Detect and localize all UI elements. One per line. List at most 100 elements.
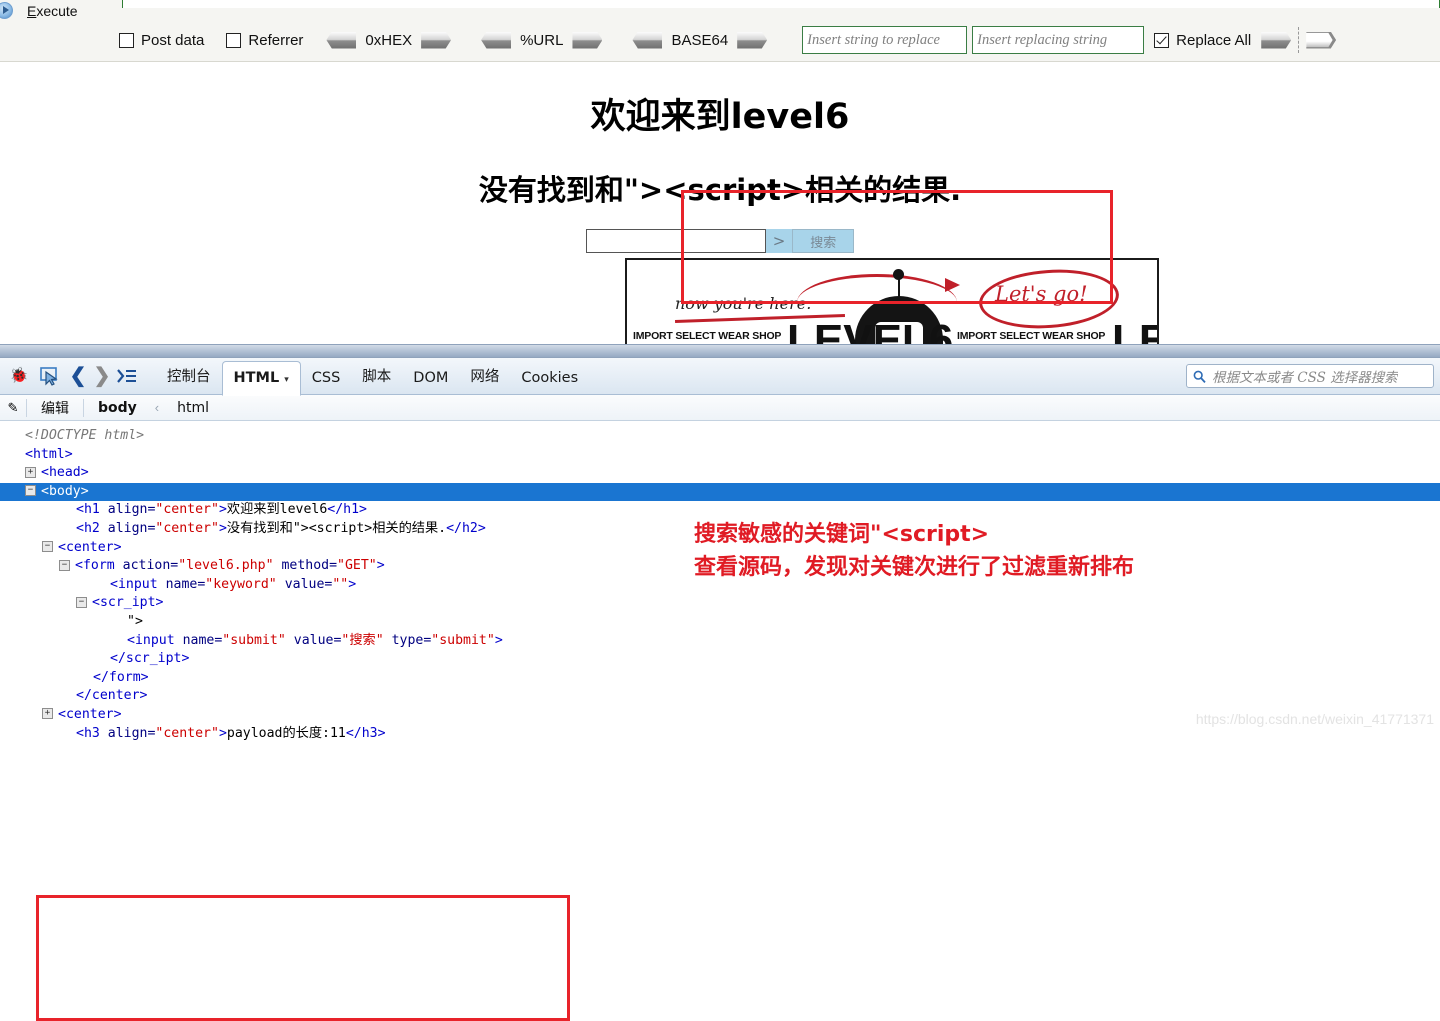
replace-revert-arrow-icon[interactable] xyxy=(1306,31,1337,49)
base64-decode-arrow-icon[interactable] xyxy=(632,31,663,49)
execute-icon[interactable] xyxy=(0,1,13,19)
collapse-icon[interactable]: − xyxy=(25,485,36,497)
url-decode-arrow-icon[interactable] xyxy=(481,31,512,49)
tree-token-attr: name= xyxy=(157,576,206,592)
referrer-checkbox-box[interactable] xyxy=(226,32,242,48)
execute-button[interactable]: Execute xyxy=(27,3,78,19)
post-data-checkbox-box[interactable] xyxy=(119,32,134,48)
collapse-icon[interactable]: − xyxy=(76,596,87,608)
referrer-label: Referrer xyxy=(248,31,304,49)
tab-控制台[interactable]: 控制台 xyxy=(156,357,222,395)
tree-token-val: "keyword" xyxy=(205,576,277,592)
base64-label: BASE64 xyxy=(671,31,729,49)
tree-row[interactable]: − <scr_ipt> xyxy=(8,594,1440,613)
tree-row[interactable]: − <body> xyxy=(0,482,1440,502)
collapse-icon[interactable]: − xyxy=(42,541,53,553)
tab-Cookies[interactable]: Cookies xyxy=(510,362,589,395)
post-data-checkbox[interactable]: Post data xyxy=(119,32,204,49)
history-back-icon[interactable]: ❮ xyxy=(66,363,90,389)
url-input-tab[interactable] xyxy=(122,0,1440,8)
tree-row[interactable]: </center> xyxy=(8,687,1440,706)
url-label: %URL xyxy=(520,31,564,49)
breadcrumb-parent-node[interactable]: html xyxy=(163,400,223,416)
keyword-input[interactable] xyxy=(585,229,766,253)
hex-decode-arrow-icon[interactable] xyxy=(326,31,357,49)
base64-encode-arrow-icon[interactable] xyxy=(737,31,768,49)
hex-encode-arrow-icon[interactable] xyxy=(421,31,452,49)
edit-button[interactable]: 编辑 xyxy=(27,398,83,418)
tree-token-tw: <input xyxy=(110,576,158,592)
search-form: > 搜索 xyxy=(0,229,1440,253)
tree-token-val: "submit" xyxy=(222,632,286,648)
tree-token-attr: align= xyxy=(99,520,156,536)
tab-DOM[interactable]: DOM xyxy=(402,362,459,395)
edit-pencil-icon[interactable]: ✎ xyxy=(0,400,26,416)
tree-row[interactable]: </form> xyxy=(8,669,1440,688)
tree-row[interactable]: <html> xyxy=(8,446,1440,465)
chevron-down-icon[interactable]: ▾ xyxy=(284,375,289,385)
tree-token-doctype: <!DOCTYPE html> xyxy=(25,428,145,443)
tree-token-attr: action= xyxy=(114,558,179,574)
tab-脚本[interactable]: 脚本 xyxy=(351,357,402,395)
tree-row[interactable]: "> xyxy=(8,613,1440,632)
replace-search-input[interactable]: Insert string to replace xyxy=(802,26,968,54)
watermark: https://blog.csdn.net/weixin_41771371 xyxy=(1195,711,1434,727)
history-forward-icon[interactable]: ❯ xyxy=(90,363,114,389)
rendered-web-page: 欢迎来到level6 没有找到和"><script>相关的结果. > 搜索 no… xyxy=(0,62,1440,348)
collapse-icon[interactable]: − xyxy=(59,559,70,571)
tree-token-tw: <input xyxy=(127,632,175,648)
tree-token-val: "center" xyxy=(155,725,219,741)
banner-image: now you're here. Let's go! IMPORT SELECT… xyxy=(625,258,1159,348)
tree-row[interactable]: </scr_ipt> xyxy=(8,650,1440,669)
panel-list-icon[interactable] xyxy=(114,363,140,389)
search-submit-button[interactable]: 搜索 xyxy=(792,229,855,253)
tab-label: 控制台 xyxy=(167,368,211,385)
tree-row[interactable]: <input name="submit" value="搜索" type="su… xyxy=(8,632,1440,651)
devtools-search-box[interactable]: 根据文本或者 CSS 选择器搜索 xyxy=(1186,364,1434,388)
base64-codec-group: BASE64 xyxy=(632,31,768,49)
replace-all-label: Replace All xyxy=(1176,31,1252,49)
tree-token-tw: </h3> xyxy=(345,725,386,741)
firebug-icon[interactable]: 🐞 xyxy=(6,363,32,389)
replace-all-checkbox[interactable]: Replace All xyxy=(1154,32,1251,49)
replace-with-input[interactable]: Insert replacing string xyxy=(972,26,1145,54)
tree-row[interactable]: <h3 align="center">payload的长度:11</h3> xyxy=(8,725,1440,744)
tree-row[interactable]: + <head> xyxy=(8,464,1440,483)
tree-token-txt: payload的长度:11 xyxy=(226,725,346,741)
tab-网络[interactable]: 网络 xyxy=(459,357,510,395)
search-icon xyxy=(1193,370,1206,383)
url-encode-arrow-icon[interactable] xyxy=(572,31,603,49)
tree-token-val: "level6.php" xyxy=(178,558,274,574)
tree-token-tw: </form> xyxy=(93,669,149,685)
tree-row[interactable]: <!DOCTYPE html> xyxy=(8,427,1440,446)
tree-token-txt: "> xyxy=(127,613,143,629)
devtools-tabs: 控制台 HTML ▾ CSS 脚本 DOM 网络 Cookies xyxy=(156,357,589,396)
hex-label: 0xHEX xyxy=(365,31,413,49)
selected-text-fragment: > xyxy=(765,229,793,253)
robot-antenna xyxy=(898,276,900,298)
toolbar-options-row: Post data Referrer 0xHEX %URL BASE64 Ins… xyxy=(0,24,1440,56)
referrer-checkbox[interactable]: Referrer xyxy=(226,32,303,49)
devtools-search-placeholder: 根据文本或者 CSS 选择器搜索 xyxy=(1212,370,1398,386)
tree-token-val: "center" xyxy=(155,520,219,536)
tab-label: 脚本 xyxy=(362,368,392,385)
tree-token-tw: > xyxy=(348,576,357,592)
tree-token-attr: value= xyxy=(285,632,342,648)
tree-token-tw: </center> xyxy=(76,688,148,704)
breadcrumb: ✎ 编辑 body ‹ html xyxy=(0,395,1440,421)
expand-icon[interactable]: + xyxy=(25,466,36,478)
url-codec-group: %URL xyxy=(481,31,603,49)
replace-all-checkbox-box[interactable] xyxy=(1154,32,1170,48)
tree-token-tw: </scr_ipt> xyxy=(110,651,190,667)
inspect-element-icon[interactable] xyxy=(36,363,62,389)
tab-HTML[interactable]: HTML ▾ xyxy=(221,360,301,396)
annotation-line-2: 查看源码，发现对关键次进行了过滤重新排布 xyxy=(694,555,1135,580)
replace-apply-arrow-icon[interactable] xyxy=(1261,31,1292,49)
tree-token-attr: align= xyxy=(99,725,156,741)
breadcrumb-current-node[interactable]: body xyxy=(84,400,151,416)
tree-token-val: "GET" xyxy=(337,558,377,574)
tree-token-val: "" xyxy=(332,576,349,592)
expand-icon[interactable]: + xyxy=(42,708,53,720)
tab-CSS[interactable]: CSS xyxy=(301,362,352,395)
tree-token-tw: > xyxy=(218,725,227,741)
